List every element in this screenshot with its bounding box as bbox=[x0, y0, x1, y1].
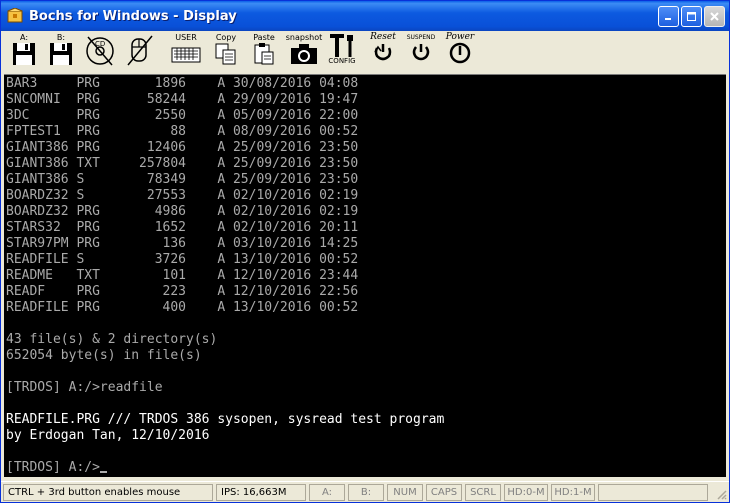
cdrom-icon: CD bbox=[86, 36, 114, 66]
bochs-app-icon bbox=[7, 8, 23, 23]
status-caps: CAPS bbox=[426, 484, 462, 501]
floppy-b-label: B: bbox=[56, 33, 66, 42]
paste-icon bbox=[254, 43, 274, 65]
bochs-window: Bochs for Windows - Display A: B: CD USE… bbox=[0, 0, 730, 503]
copy-label: Copy bbox=[215, 33, 237, 42]
status-empty bbox=[598, 484, 708, 501]
user-label: USER bbox=[175, 33, 197, 42]
paste-label: Paste bbox=[253, 33, 275, 42]
console-line: [TRDOS] A:/> bbox=[6, 460, 107, 476]
mouse-disabled-icon bbox=[127, 35, 153, 66]
floppy-a-button[interactable]: A: bbox=[9, 33, 39, 69]
minimize-button[interactable] bbox=[658, 6, 679, 27]
power-icon bbox=[449, 42, 471, 64]
floppy-b-button[interactable]: B: bbox=[46, 33, 76, 69]
status-hint: CTRL + 3rd button enables mouse bbox=[3, 484, 213, 501]
console-line: READF PRG 223 A 12/10/2016 22:56 bbox=[6, 284, 359, 299]
console-line: BAR3 PRG 1896 A 30/08/2016 04:08 bbox=[6, 76, 359, 91]
status-scrl: SCRL bbox=[465, 484, 501, 501]
console-line: README TXT 101 A 12/10/2016 23:44 bbox=[6, 268, 359, 283]
maximize-button[interactable] bbox=[681, 6, 702, 27]
cdrom-button[interactable]: CD bbox=[83, 33, 117, 69]
status-ips: IPS: 16,663M bbox=[216, 484, 306, 501]
status-num: NUM bbox=[387, 484, 423, 501]
console-line: 3DC PRG 2550 A 05/09/2016 22:00 bbox=[6, 108, 359, 123]
console-line: GIANT386 PRG 12406 A 25/09/2016 23:50 bbox=[6, 140, 359, 155]
config-icon bbox=[330, 34, 353, 57]
console-line: SNCOMNI PRG 58244 A 29/09/2016 19:47 bbox=[6, 92, 359, 107]
suspend-icon bbox=[412, 44, 430, 61]
copy-button[interactable]: Copy bbox=[212, 33, 240, 69]
console-line: 43 file(s) & 2 directory(s) bbox=[6, 332, 218, 347]
maximize-icon bbox=[687, 12, 696, 21]
console-line: STARS32 PRG 1652 A 02/10/2016 20:11 bbox=[6, 220, 359, 235]
power-button[interactable]: Power bbox=[441, 33, 479, 69]
close-icon bbox=[710, 12, 719, 21]
camera-icon bbox=[291, 44, 317, 64]
title-bar[interactable]: Bochs for Windows - Display bbox=[1, 1, 729, 31]
keyboard-icon bbox=[171, 47, 201, 63]
status-floppy-a: A: bbox=[309, 484, 345, 501]
status-floppy-b: B: bbox=[348, 484, 384, 501]
config-label: CONFIG bbox=[328, 57, 356, 65]
console-line: BOARDZ32 S 27553 A 02/10/2016 02:19 bbox=[6, 188, 359, 203]
console-line: GIANT386 TXT 257804 A 25/09/2016 23:50 bbox=[6, 156, 359, 171]
reset-icon bbox=[374, 44, 392, 61]
toolbar: A: B: CD USER Copy Paste snapshot CONFIG… bbox=[1, 31, 729, 73]
paste-button[interactable]: Paste bbox=[249, 33, 279, 69]
window-controls bbox=[658, 6, 725, 27]
snapshot-button[interactable]: snapshot bbox=[286, 33, 322, 69]
status-hd0: HD:0-M bbox=[504, 484, 548, 501]
console-line: BOARDZ32 PRG 4986 A 02/10/2016 02:19 bbox=[6, 204, 359, 219]
console-line: FPTEST1 PRG 88 A 08/09/2016 00:52 bbox=[6, 124, 359, 139]
console-line: GIANT386 S 78349 A 25/09/2016 23:50 bbox=[6, 172, 359, 187]
user-button[interactable]: USER bbox=[169, 33, 203, 69]
close-button[interactable] bbox=[704, 6, 725, 27]
power-label: Power bbox=[445, 32, 475, 42]
suspend-label: SUSPEND bbox=[406, 34, 436, 41]
vga-display[interactable]: BAR3 PRG 1896 A 30/08/2016 04:08 SNCOMNI … bbox=[4, 74, 726, 477]
window-title: Bochs for Windows - Display bbox=[29, 8, 237, 24]
minimize-icon bbox=[665, 18, 671, 20]
snapshot-label: snapshot bbox=[285, 33, 323, 42]
console-line: READFILE.PRG /// TRDOS 386 sysopen, sysr… bbox=[6, 412, 445, 427]
floppy-a-label: A: bbox=[19, 33, 29, 42]
status-bar: CTRL + 3rd button enables mouse IPS: 16,… bbox=[1, 481, 729, 502]
console-line: READFILE PRG 400 A 13/10/2016 00:52 bbox=[6, 300, 359, 315]
console-line: [TRDOS] A:/>readfile bbox=[6, 380, 163, 395]
console-line: by Erdogan Tan, 12/10/2016 bbox=[6, 428, 210, 443]
console-line: STAR97PM PRG 136 A 03/10/2016 14:25 bbox=[6, 236, 359, 251]
suspend-button[interactable]: SUSPEND bbox=[403, 33, 439, 69]
mouse-button[interactable] bbox=[123, 33, 157, 69]
console-line: 652054 byte(s) in file(s) bbox=[6, 348, 202, 363]
resize-grip-icon[interactable] bbox=[715, 488, 727, 500]
floppy-disk-icon bbox=[13, 43, 35, 65]
text-cursor bbox=[99, 471, 107, 473]
console-line: READFILE S 3726 A 13/10/2016 00:52 bbox=[6, 252, 359, 267]
floppy-disk-icon bbox=[50, 43, 72, 65]
config-button[interactable]: CONFIG bbox=[326, 33, 358, 69]
status-hd1: HD:1-M bbox=[551, 484, 595, 501]
copy-icon bbox=[215, 43, 236, 65]
reset-label: Reset bbox=[370, 32, 396, 42]
reset-button[interactable]: Reset bbox=[365, 33, 401, 69]
